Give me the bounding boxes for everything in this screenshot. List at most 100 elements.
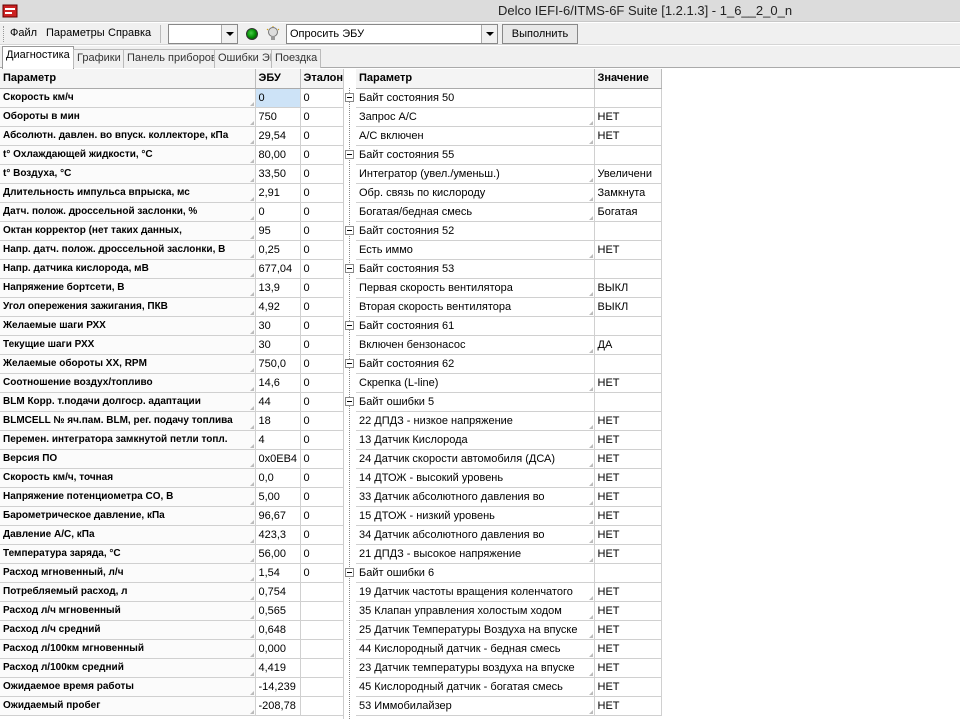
ecu-value-cell[interactable]: 0: [255, 202, 301, 222]
parameter-cell[interactable]: Есть иммо: [356, 240, 595, 260]
collapse-icon[interactable]: [345, 397, 354, 406]
table-row[interactable]: Запрос А/С НЕТ: [356, 107, 662, 127]
parameter-cell[interactable]: Первая скорость вентилятора: [356, 278, 595, 298]
parameter-cell[interactable]: t° Охлаждающей жидкости, °C: [0, 145, 256, 165]
value-cell[interactable]: НЕТ: [594, 468, 662, 488]
parameter-cell[interactable]: Обр. связь по кислороду: [356, 183, 595, 203]
parameter-cell[interactable]: Расход л/100км мгновенный: [0, 639, 256, 659]
table-row[interactable]: Интегратор (увел./уменьш.) Увеличени: [356, 164, 662, 184]
reference-value-cell[interactable]: 0: [300, 563, 344, 583]
parameter-cell[interactable]: Длительность импульса впрыска, мс: [0, 183, 256, 203]
parameter-cell[interactable]: Скрепка (L-line): [356, 373, 595, 393]
tab-graphs[interactable]: Графики: [73, 49, 125, 68]
reference-value-cell[interactable]: 0: [300, 373, 344, 393]
query-select[interactable]: Опросить ЭБУ: [286, 24, 498, 44]
ecu-value-cell[interactable]: 0,000: [255, 639, 301, 659]
parameter-cell[interactable]: Угол опережения зажигания, ПКВ: [0, 297, 256, 317]
value-cell[interactable]: НЕТ: [594, 373, 662, 393]
parameter-cell[interactable]: Скорость км/ч, точная: [0, 468, 256, 488]
table-row[interactable]: 21 ДПДЗ - высокое напряжение НЕТ: [356, 544, 662, 564]
value-cell[interactable]: НЕТ: [594, 411, 662, 431]
table-row[interactable]: Октан корректор (нет таких данных, 95 0: [0, 221, 344, 241]
ecu-value-cell[interactable]: 80,00: [255, 145, 301, 165]
reference-value-cell[interactable]: 0: [300, 88, 344, 108]
table-row[interactable]: Скрепка (L-line) НЕТ: [356, 373, 662, 393]
table-row[interactable]: Скорость км/ч 0 0: [0, 88, 344, 108]
ecu-value-cell[interactable]: 750,0: [255, 354, 301, 374]
parameter-cell[interactable]: Желаемые обороты ХХ, RPM: [0, 354, 256, 374]
table-row[interactable]: Включен бензонасос ДА: [356, 335, 662, 355]
reference-value-cell[interactable]: 0: [300, 411, 344, 431]
table-row[interactable]: Напр. датчика кислорода, мВ 677,04 0: [0, 259, 344, 279]
parameter-cell[interactable]: Напряжение бортсети, В: [0, 278, 256, 298]
parameter-cell[interactable]: Расход мгновенный, л/ч: [0, 563, 256, 583]
parameter-cell[interactable]: Барометрическое давление, кПа: [0, 506, 256, 526]
reference-value-cell[interactable]: 0: [300, 259, 344, 279]
tab-trip[interactable]: Поездка: [271, 49, 322, 68]
ecu-value-cell[interactable]: 0,754: [255, 582, 301, 602]
value-cell[interactable]: НЕТ: [594, 601, 662, 621]
table-row[interactable]: 44 Кислородный датчик - бедная смесь НЕТ: [356, 639, 662, 659]
column-header-parameter[interactable]: Параметр: [0, 69, 256, 89]
parameter-cell[interactable]: Интегратор (увел./уменьш.): [356, 164, 595, 184]
table-row[interactable]: Расход л/100км мгновенный 0,000: [0, 639, 344, 659]
reference-value-cell[interactable]: 0: [300, 202, 344, 222]
value-cell[interactable]: НЕТ: [594, 639, 662, 659]
reference-value-cell[interactable]: 0: [300, 278, 344, 298]
table-row[interactable]: Первая скорость вентилятора ВЫКЛ: [356, 278, 662, 298]
group-row[interactable]: Байт состояния 61: [356, 316, 662, 336]
value-cell[interactable]: НЕТ: [594, 487, 662, 507]
ecu-value-cell[interactable]: 30: [255, 316, 301, 336]
value-cell[interactable]: [594, 316, 662, 336]
parameter-cell[interactable]: 21 ДПДЗ - высокое напряжение: [356, 544, 595, 564]
reference-value-cell[interactable]: 0: [300, 145, 344, 165]
reference-value-cell[interactable]: 0: [300, 525, 344, 545]
table-row[interactable]: Текущие шаги РХХ 30 0: [0, 335, 344, 355]
ecu-value-cell[interactable]: 0: [255, 88, 301, 108]
table-row[interactable]: 13 Датчик Кислорода НЕТ: [356, 430, 662, 450]
parameter-cell[interactable]: BLM Корр. т.подачи долгоср. адаптации: [0, 392, 256, 412]
reference-value-cell[interactable]: [300, 601, 344, 621]
value-cell[interactable]: [594, 221, 662, 241]
group-row[interactable]: Байт состояния 53: [356, 259, 662, 279]
value-cell[interactable]: НЕТ: [594, 525, 662, 545]
reference-value-cell[interactable]: [300, 639, 344, 659]
parameter-cell[interactable]: 19 Датчик частоты вращения коленчатого: [356, 582, 595, 602]
group-row[interactable]: Байт состояния 52: [356, 221, 662, 241]
table-row[interactable]: t° Охлаждающей жидкости, °C 80,00 0: [0, 145, 344, 165]
parameter-cell[interactable]: Абсолютн. давлен. во впуск. коллекторе, …: [0, 126, 256, 146]
value-cell[interactable]: НЕТ: [594, 240, 662, 260]
ecu-value-cell[interactable]: 95: [255, 221, 301, 241]
table-row[interactable]: Температура заряда, °C 56,00 0: [0, 544, 344, 564]
parameter-cell[interactable]: Версия ПО: [0, 449, 256, 469]
table-row[interactable]: Расход л/ч средний 0,648: [0, 620, 344, 640]
table-row[interactable]: 14 ДТОЖ - высокий уровень НЕТ: [356, 468, 662, 488]
table-row[interactable]: 35 Клапан управления холостым ходом НЕТ: [356, 601, 662, 621]
reference-value-cell[interactable]: 0: [300, 430, 344, 450]
column-header-ecu[interactable]: ЭБУ: [255, 69, 301, 89]
parameter-cell[interactable]: 25 Датчик Температуры Воздуха на впуске: [356, 620, 595, 640]
tab-dashboard[interactable]: Панель приборов: [123, 49, 221, 68]
reference-value-cell[interactable]: 0: [300, 449, 344, 469]
ecu-value-cell[interactable]: 0,648: [255, 620, 301, 640]
parameter-cell[interactable]: 15 ДТОЖ - низкий уровень: [356, 506, 595, 526]
parameter-cell[interactable]: 22 ДПДЗ - низкое напряжение: [356, 411, 595, 431]
table-row[interactable]: 23 Датчик температуры воздуха на впуске Н…: [356, 658, 662, 678]
ecu-value-cell[interactable]: 30: [255, 335, 301, 355]
parameter-cell[interactable]: 35 Клапан управления холостым ходом: [356, 601, 595, 621]
reference-value-cell[interactable]: 0: [300, 392, 344, 412]
reference-value-cell[interactable]: 0: [300, 544, 344, 564]
parameter-cell[interactable]: Октан корректор (нет таких данных,: [0, 221, 256, 241]
ecu-value-cell[interactable]: -14,239: [255, 677, 301, 697]
parameter-cell[interactable]: Расход л/ч мгновенный: [0, 601, 256, 621]
value-cell[interactable]: НЕТ: [594, 620, 662, 640]
table-row[interactable]: 19 Датчик частоты вращения коленчатого НЕ…: [356, 582, 662, 602]
group-row[interactable]: Байт состояния 50: [356, 88, 662, 108]
collapse-icon[interactable]: [345, 150, 354, 159]
table-row[interactable]: 53 Иммобилайзер НЕТ: [356, 696, 662, 716]
parameter-cell[interactable]: 14 ДТОЖ - высокий уровень: [356, 468, 595, 488]
table-row[interactable]: А/С включен НЕТ: [356, 126, 662, 146]
parameter-cell[interactable]: Напр. датч. полож. дроссельной заслонки,…: [0, 240, 256, 260]
table-row[interactable]: t° Воздуха, °C 33,50 0: [0, 164, 344, 184]
table-row[interactable]: Обороты в мин 750 0: [0, 107, 344, 127]
